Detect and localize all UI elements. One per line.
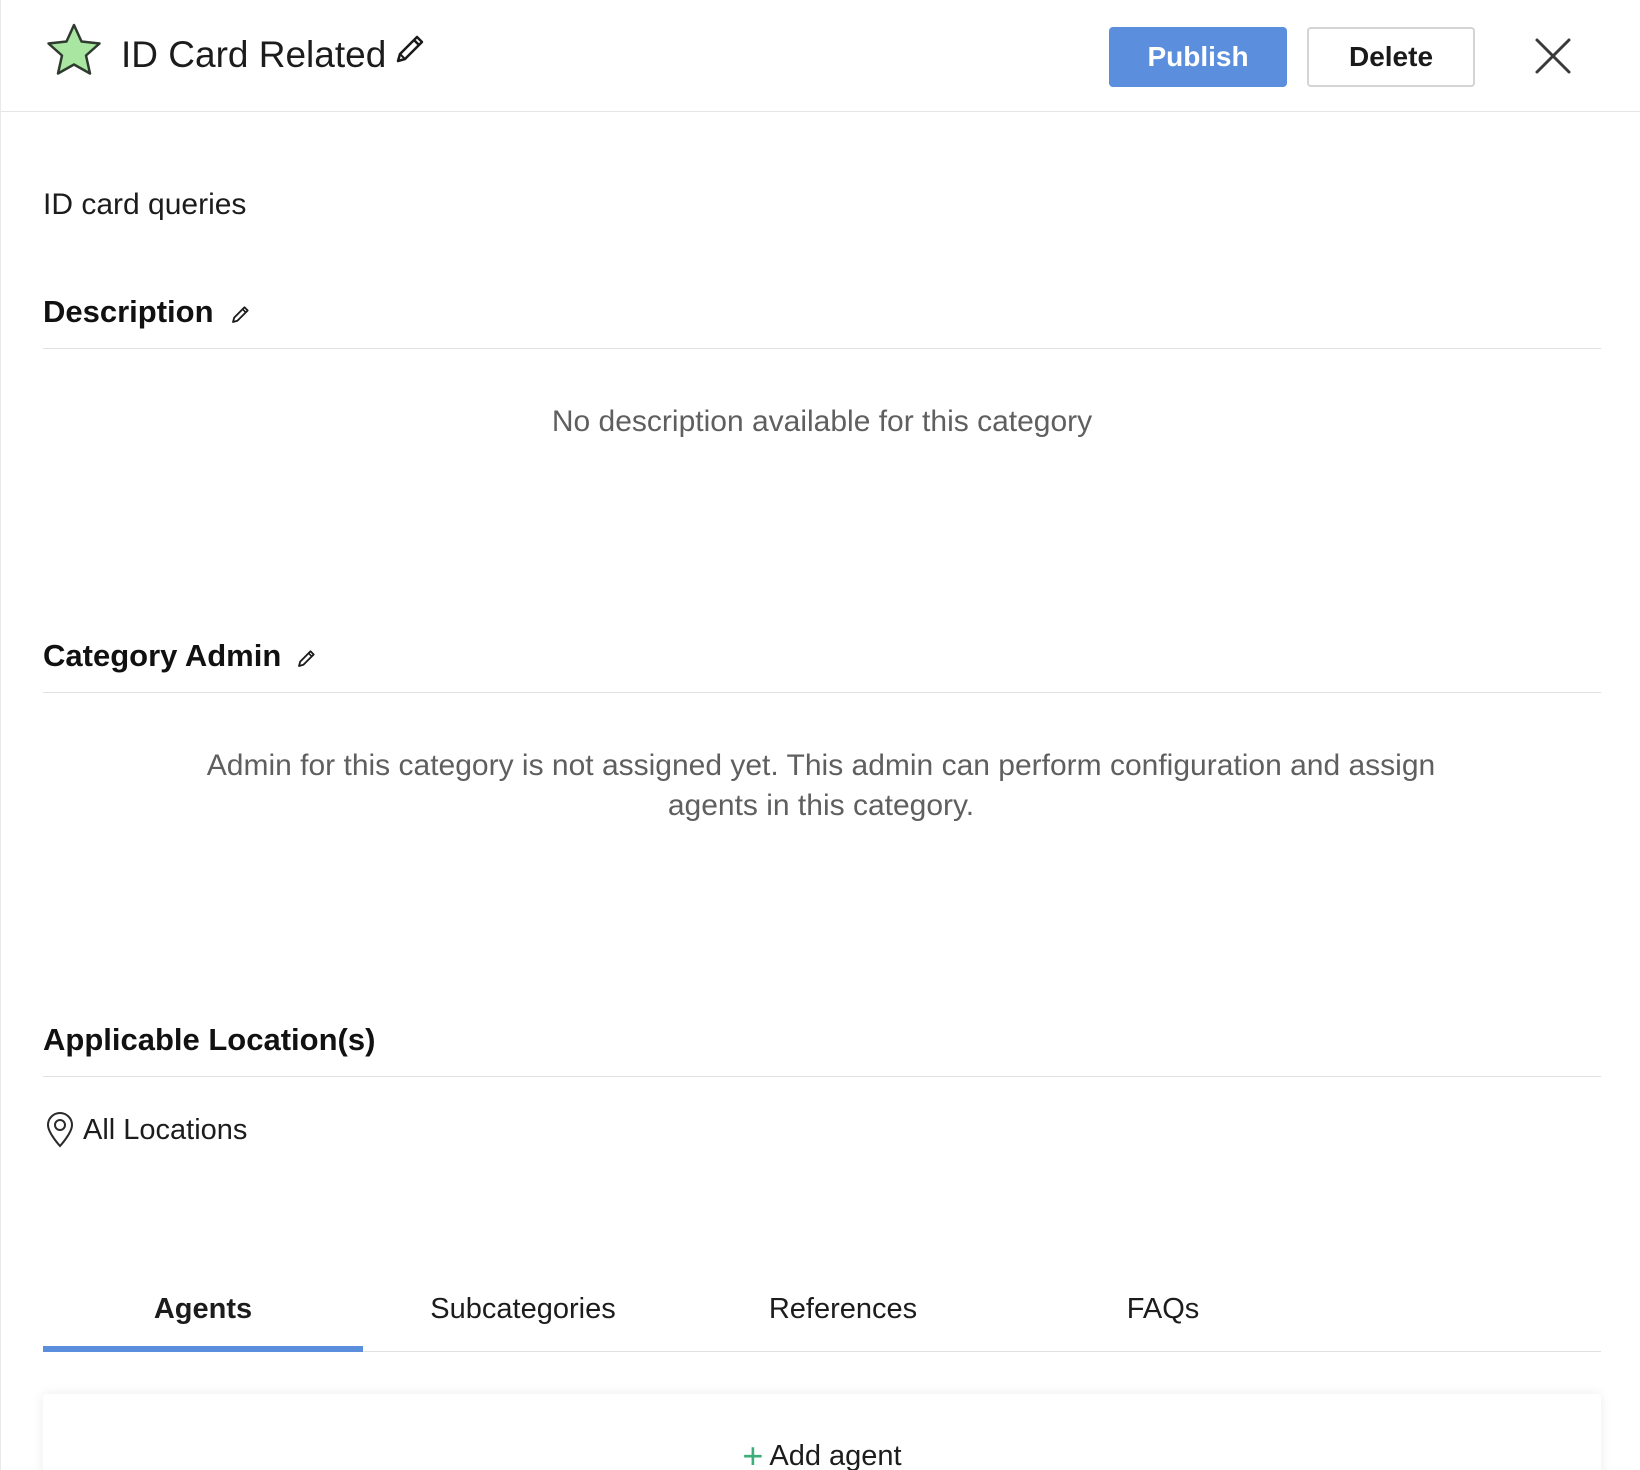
description-empty-text: No description available for this catego… <box>551 405 1093 438</box>
category-detail-panel: ID Card Related Publish Delete ID card q… <box>0 0 1640 1470</box>
plus-icon: + <box>742 1435 764 1470</box>
publish-button[interactable]: Publish <box>1109 27 1287 87</box>
pencil-icon[interactable] <box>391 30 429 68</box>
description-heading: Description <box>43 294 214 329</box>
tab-subcategories[interactable]: Subcategories <box>363 1280 683 1352</box>
tab-agents[interactable]: Agents <box>43 1280 363 1352</box>
delete-button[interactable]: Delete <box>1307 27 1475 87</box>
star-icon[interactable] <box>45 22 103 76</box>
category-summary: ID card queries <box>43 188 247 221</box>
close-icon[interactable] <box>1531 34 1575 78</box>
category-admin-heading: Category Admin <box>43 638 282 673</box>
location-item: All Locations <box>45 1110 247 1150</box>
panel-header: ID Card Related Publish Delete <box>1 0 1640 112</box>
add-agent-button[interactable]: + Add agent <box>43 1438 1601 1470</box>
divider <box>43 348 1601 349</box>
edit-admin-pencil-icon[interactable] <box>295 646 319 670</box>
tab-references[interactable]: References <box>683 1280 1003 1352</box>
add-agent-label: Add agent <box>769 1440 902 1470</box>
agents-panel: + Add agent <box>43 1394 1601 1470</box>
divider <box>43 692 1601 693</box>
category-admin-empty-text: Admin for this category is not assigned … <box>206 749 1436 822</box>
tab-faqs[interactable]: FAQs <box>1003 1280 1323 1352</box>
location-label: All Locations <box>83 1113 248 1146</box>
edit-description-pencil-icon[interactable] <box>229 302 253 326</box>
applicable-locations-heading: Applicable Location(s) <box>43 1022 376 1057</box>
page-title: ID Card Related <box>121 34 387 75</box>
category-tabs: Agents Subcategories References FAQs <box>43 1280 1601 1352</box>
divider <box>43 1076 1601 1077</box>
location-pin-icon <box>46 1112 74 1148</box>
